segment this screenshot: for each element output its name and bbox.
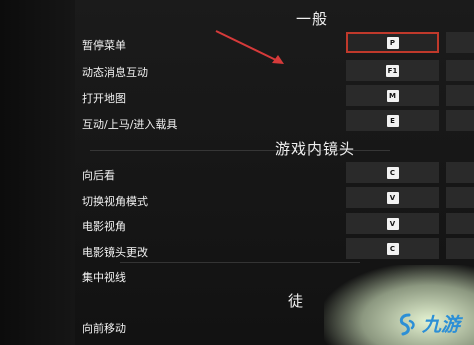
annotation-arrow-icon [215,30,284,64]
keybind-pause-menu[interactable]: P [346,32,439,53]
section-title-on-foot: 徒 [288,292,305,310]
keybind-alt-toggle-view[interactable] [446,187,474,208]
keybind-toggle-view[interactable]: V [346,187,439,208]
row-label-toggle-view: 切换视角模式 [82,195,148,208]
keybind-feed-interact[interactable]: F1 [346,60,439,81]
keybind-alt-look-behind[interactable] [446,162,474,183]
keybind-open-map[interactable]: M [346,85,439,106]
keycap: C [386,166,399,179]
keycap: E [386,114,399,127]
row-label-interact-mount: 互动/上马/进入载具 [82,118,178,131]
row-label-open-map: 打开地图 [82,92,126,105]
keycap: M [386,89,399,102]
row-label-cinematic-change: 电影镜头更改 [82,246,148,259]
row-label-look-behind: 向后看 [82,169,115,182]
keybind-alt-pause-menu[interactable] [446,32,474,53]
keycap: C [386,242,399,255]
keycap: P [386,36,399,49]
row-label-pause-menu: 暂停菜单 [82,39,126,52]
keybind-alt-open-map[interactable] [446,85,474,106]
keybind-cinematic-change[interactable]: C [346,238,439,259]
keybind-alt-cinematic-cam[interactable] [446,213,474,234]
keybind-look-behind[interactable]: C [346,162,439,183]
section-title-general: 一般 [296,10,329,28]
keycap: F1 [385,64,400,77]
keybind-interact-mount[interactable]: E [346,110,439,131]
row-label-cinematic-cam: 电影视角 [82,220,126,233]
row-label-feed-interact: 动态消息互动 [82,66,148,79]
swirl-logo-icon [399,313,415,335]
keybind-alt-feed-interact[interactable] [446,60,474,81]
watermark-logo: 九游 [395,310,460,337]
keybind-cinematic-cam[interactable]: V [346,213,439,234]
row-label-focus: 集中视线 [82,271,126,284]
screen-scratch [120,262,360,263]
left-backdrop [0,0,75,345]
row-label-move-forward: 向前移动 [82,322,126,335]
keybind-alt-interact-mount[interactable] [446,110,474,131]
section-title-camera: 游戏内镜头 [275,140,356,158]
watermark-text: 九游 [422,314,461,336]
keycap: V [386,191,399,204]
keybind-alt-cinematic-change[interactable] [446,238,474,259]
keycap: V [386,217,399,230]
